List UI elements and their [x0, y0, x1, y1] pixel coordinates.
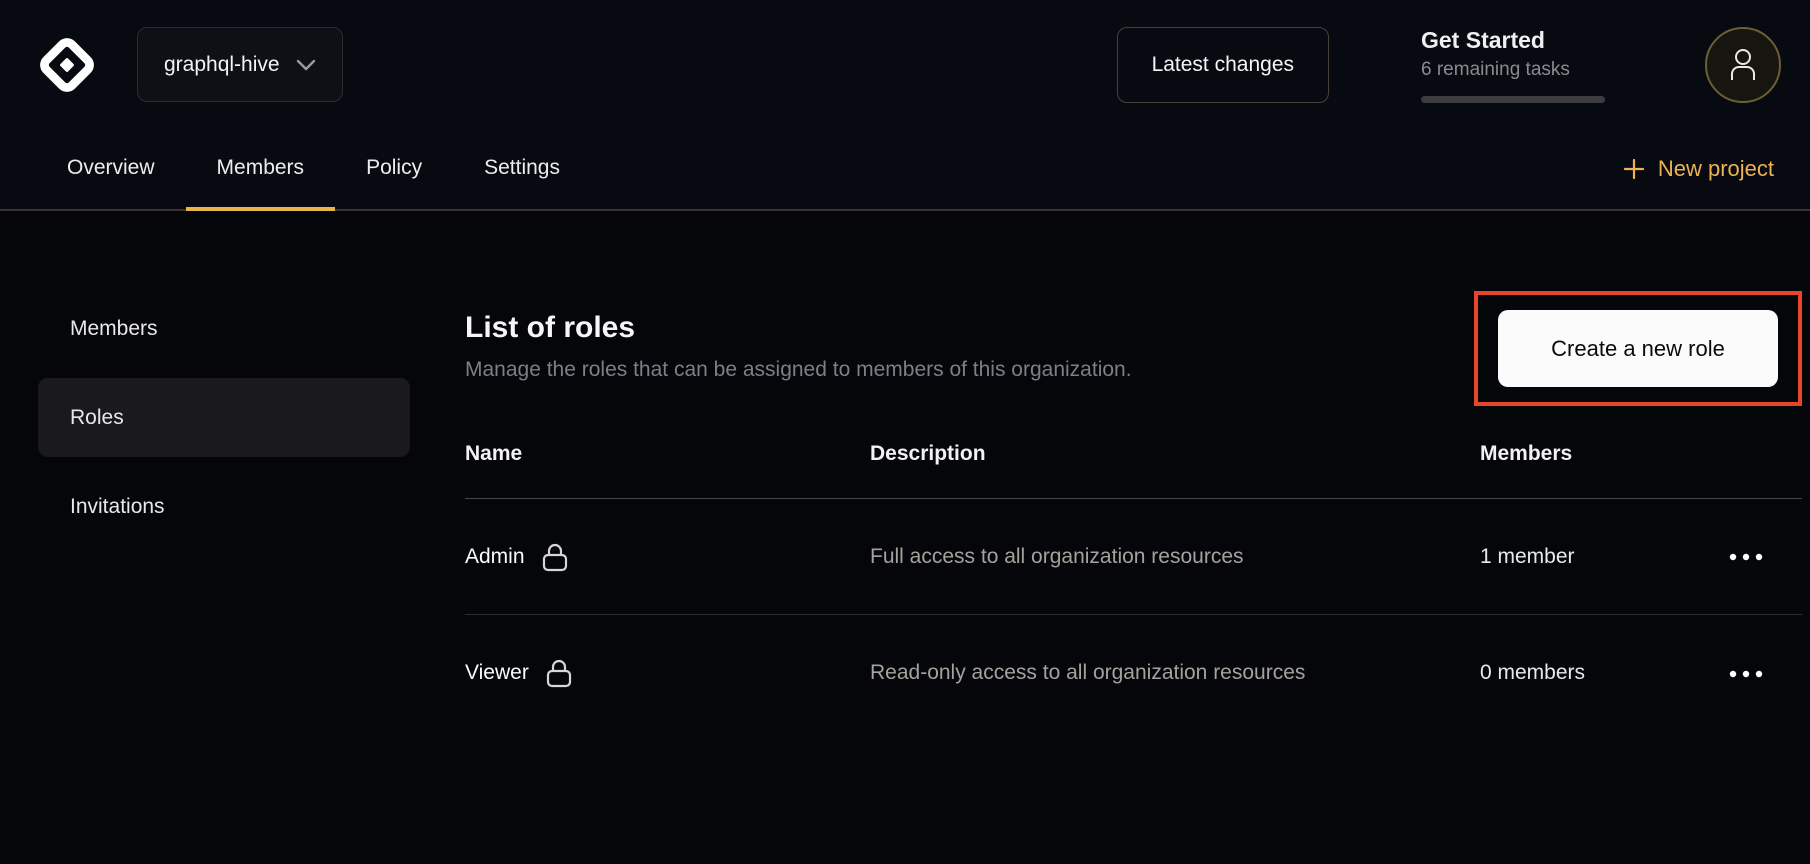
org-selector-label: graphql-hive: [164, 53, 280, 77]
row-menu-button[interactable]: [1719, 656, 1773, 691]
latest-changes-button[interactable]: Latest changes: [1117, 27, 1329, 103]
new-project-label: New project: [1658, 156, 1774, 182]
role-name: Admin: [465, 545, 525, 569]
role-description: Read-only access to all organization res…: [870, 653, 1340, 693]
plus-icon: [1623, 158, 1645, 180]
tab-members[interactable]: Members: [186, 129, 336, 211]
get-started-progress-bar: [1421, 96, 1605, 103]
members-sidebar: Members Roles Invitations: [0, 211, 412, 864]
roles-header: List of roles Manage the roles that can …: [465, 291, 1802, 409]
page-subtitle: Manage the roles that can be assigned to…: [465, 358, 1132, 382]
role-description: Full access to all organization resource…: [870, 537, 1340, 577]
org-selector[interactable]: graphql-hive: [137, 27, 343, 102]
sidebar-item-invitations[interactable]: Invitations: [38, 467, 410, 546]
user-avatar[interactable]: [1705, 27, 1781, 103]
tab-policy[interactable]: Policy: [335, 129, 453, 211]
create-role-button[interactable]: Create a new role: [1498, 310, 1778, 387]
column-header-description: Description: [870, 442, 1480, 466]
annotation-highlight: Create a new role: [1474, 291, 1802, 406]
role-members-count: 1 member: [1480, 545, 1690, 569]
lock-icon: [546, 658, 572, 688]
org-tabs: Overview Members Policy Settings New pro…: [0, 129, 1810, 211]
role-name: Viewer: [465, 661, 529, 685]
tab-overview[interactable]: Overview: [36, 129, 186, 211]
row-menu-button[interactable]: [1719, 539, 1773, 574]
user-icon: [1728, 48, 1758, 82]
role-members-count: 0 members: [1480, 661, 1690, 685]
tab-policy-label: Policy: [366, 156, 422, 180]
latest-changes-label: Latest changes: [1152, 53, 1294, 77]
get-started-widget[interactable]: Get Started 6 remaining tasks: [1421, 27, 1607, 103]
roles-titles: List of roles Manage the roles that can …: [465, 291, 1132, 382]
new-project-button[interactable]: New project: [1623, 129, 1774, 209]
sidebar-item-invitations-label: Invitations: [70, 495, 165, 519]
table-row-admin: Admin Full access to all organization re…: [465, 499, 1802, 615]
ellipsis-icon: [1729, 670, 1763, 678]
roles-table-header: Name Description Members: [465, 409, 1802, 499]
role-actions-cell: [1690, 656, 1802, 691]
role-name-cell: Viewer: [465, 658, 870, 688]
sidebar-item-roles-label: Roles: [70, 406, 124, 430]
sidebar-item-members[interactable]: Members: [38, 289, 410, 368]
page-title: List of roles: [465, 311, 1132, 345]
lock-icon: [542, 542, 568, 572]
role-name-cell: Admin: [465, 542, 870, 572]
column-header-name: Name: [465, 442, 870, 466]
get-started-title: Get Started: [1421, 27, 1607, 54]
top-header: graphql-hive Latest changes Get Started …: [0, 0, 1810, 129]
roles-table: Name Description Members Admin Full acce…: [465, 409, 1802, 731]
role-actions-cell: [1690, 539, 1802, 574]
tab-members-label: Members: [217, 156, 305, 180]
sidebar-item-roles[interactable]: Roles: [38, 378, 410, 457]
sidebar-item-members-label: Members: [70, 317, 158, 341]
tab-settings-label: Settings: [484, 156, 560, 180]
ellipsis-icon: [1729, 553, 1763, 561]
roles-panel: List of roles Manage the roles that can …: [412, 211, 1810, 864]
column-header-members: Members: [1480, 442, 1690, 466]
hive-logo-icon[interactable]: [36, 34, 98, 96]
get-started-subtitle: 6 remaining tasks: [1421, 59, 1607, 81]
tab-settings[interactable]: Settings: [453, 129, 591, 211]
tab-overview-label: Overview: [67, 156, 155, 180]
chevron-down-icon: [296, 59, 316, 71]
page-body: Members Roles Invitations List of roles …: [0, 211, 1810, 864]
table-row-viewer: Viewer Read-only access to all organizat…: [465, 615, 1802, 731]
